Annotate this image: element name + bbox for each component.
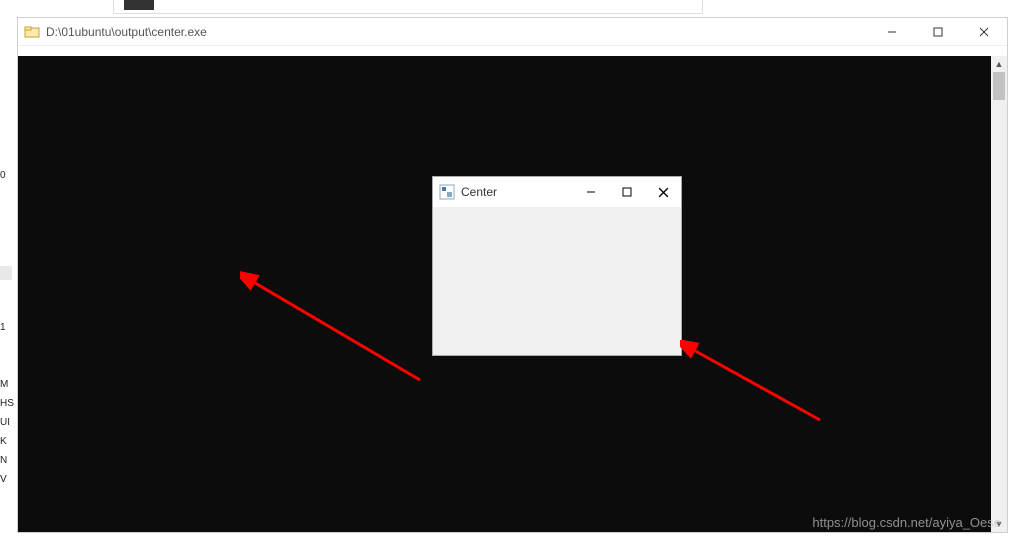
inner-window-controls: [573, 177, 681, 207]
scrollbar-thumb[interactable]: [993, 72, 1005, 100]
minimize-button[interactable]: [869, 18, 915, 45]
vertical-scrollbar[interactable]: ▲ ▼: [991, 56, 1007, 532]
cropped-window-fragment: [113, 0, 703, 14]
folder-icon: [24, 24, 40, 40]
center-titlebar[interactable]: Center: [433, 177, 681, 207]
maximize-button[interactable]: [915, 18, 961, 45]
console-title: D:\01ubuntu\output\center.exe: [46, 25, 869, 39]
cropped-selection-fragment: [0, 266, 12, 280]
app-icon: [439, 184, 455, 200]
close-button[interactable]: [961, 18, 1007, 45]
watermark-text: https://blog.csdn.net/ayiya_Oese: [812, 515, 1001, 530]
window-controls: [869, 18, 1007, 45]
center-client-area: [433, 207, 681, 355]
scroll-up-arrow-icon[interactable]: ▲: [991, 56, 1007, 72]
console-titlebar[interactable]: D:\01ubuntu\output\center.exe: [18, 18, 1007, 46]
inner-maximize-button[interactable]: [609, 177, 645, 207]
center-title: Center: [461, 185, 573, 199]
inner-minimize-button[interactable]: [573, 177, 609, 207]
inner-close-button[interactable]: [645, 177, 681, 207]
center-window: Center: [432, 176, 682, 356]
